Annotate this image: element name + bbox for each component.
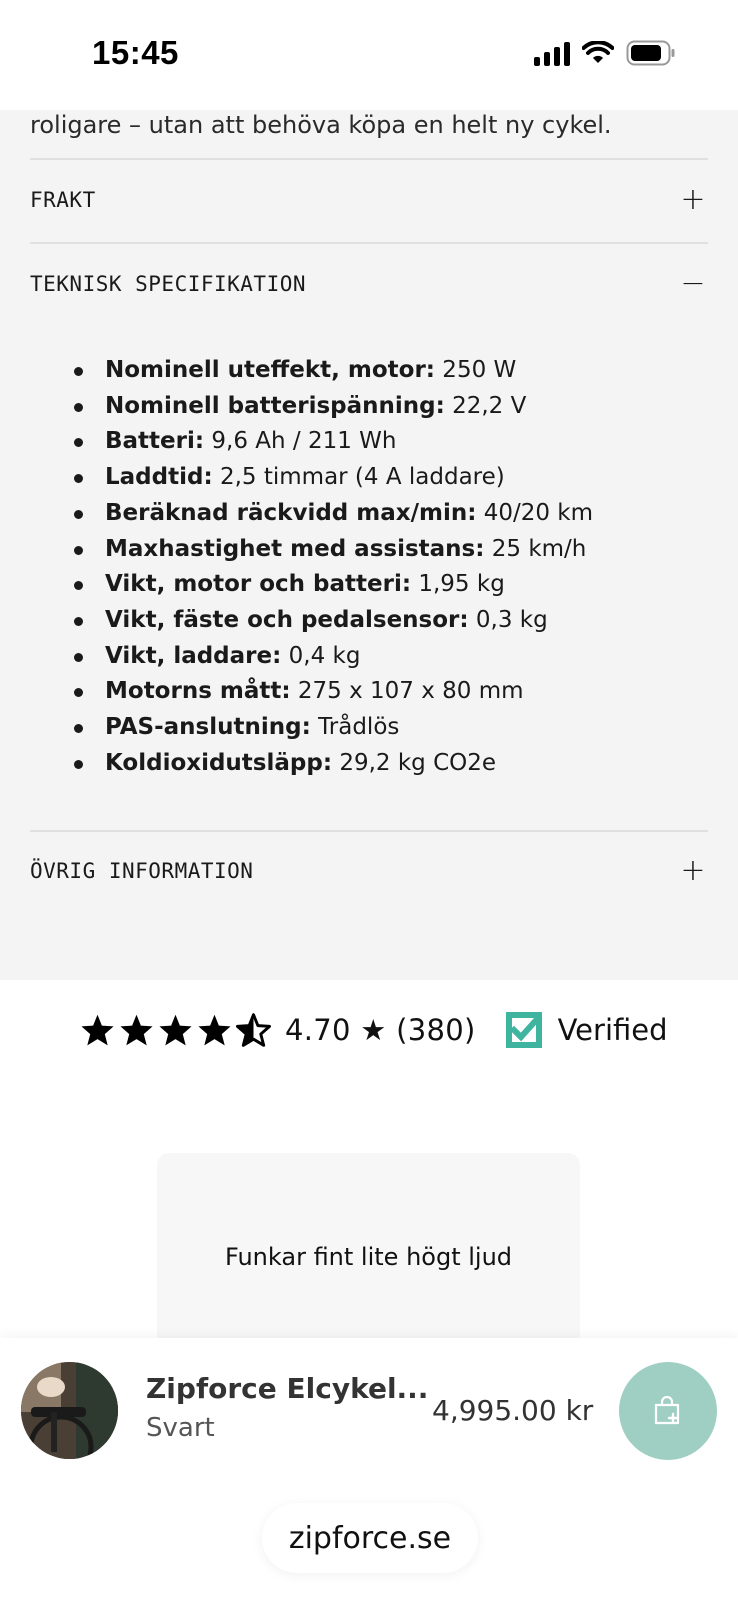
spec-label: Maxhastighet med assistans: bbox=[105, 535, 485, 562]
spec-list: Nominell uteffekt, motor: 250 W Nominell… bbox=[74, 353, 714, 781]
spec-value: 1,95 kg bbox=[411, 571, 505, 598]
star-rating bbox=[80, 1013, 271, 1047]
review-text: Funkar fint lite högt ljud bbox=[224, 1243, 513, 1271]
spec-label: Beräknad räckvidd max/min: bbox=[105, 499, 477, 526]
url-bar[interactable]: zipforce.se bbox=[262, 1503, 478, 1573]
spec-value: 25 km/h bbox=[484, 535, 587, 562]
spec-label: Koldioxidutsläpp: bbox=[105, 749, 333, 776]
spec-label: Motorns mått: bbox=[105, 678, 291, 705]
rating-text: 4.70 ★ (380) bbox=[285, 1013, 476, 1047]
divider bbox=[30, 242, 708, 244]
star-icon bbox=[198, 1014, 231, 1046]
rating-summary[interactable]: 4.70 ★ (380) Verified bbox=[80, 1005, 668, 1055]
spec-label: Nominell batterispänning: bbox=[105, 392, 445, 419]
status-icons bbox=[534, 40, 676, 66]
spec-item: Vikt, motor och batteri: 1,95 kg bbox=[74, 567, 714, 603]
spec-value: 2,5 timmar (4 A laddare) bbox=[212, 464, 505, 491]
star-icon bbox=[159, 1014, 192, 1046]
spec-item: Laddtid: 2,5 timmar (4 A laddare) bbox=[74, 460, 714, 496]
description-text: roligare – utan att behöva köpa en helt … bbox=[30, 111, 612, 139]
spec-item: Motorns mått: 275 x 107 x 80 mm bbox=[74, 674, 714, 710]
product-thumbnail[interactable] bbox=[21, 1362, 118, 1459]
spec-value: 275 x 107 x 80 mm bbox=[290, 678, 524, 705]
star-icon bbox=[81, 1014, 114, 1046]
spec-label: Vikt, fäste och pedalsensor: bbox=[105, 606, 469, 633]
status-time: 15:45 bbox=[92, 34, 179, 71]
spec-item: PAS-anslutning: Trådlös bbox=[74, 710, 714, 746]
spec-value: 250 W bbox=[435, 357, 517, 383]
accordion-title: TEKNISK SPECIFIKATION bbox=[30, 272, 307, 296]
verified-check-icon bbox=[505, 1012, 542, 1048]
spec-label: Laddtid: bbox=[105, 464, 213, 491]
spec-item: Maxhastighet med assistans: 25 km/h bbox=[74, 532, 714, 568]
plus-icon[interactable]: + bbox=[678, 185, 708, 215]
status-bar: 15:45 bbox=[0, 0, 738, 110]
spec-label: PAS-anslutning: bbox=[105, 714, 311, 741]
spec-item: Nominell batterispänning: 22,2 V bbox=[74, 389, 714, 425]
divider bbox=[30, 158, 708, 160]
add-to-cart-button[interactable] bbox=[619, 1362, 717, 1460]
wifi-icon bbox=[582, 41, 614, 63]
shopping-bag-plus-icon bbox=[654, 1395, 680, 1425]
accordion-ovrig-information[interactable]: ÖVRIG INFORMATION + bbox=[30, 851, 708, 891]
spec-label: Vikt, motor och batteri: bbox=[105, 571, 412, 598]
spec-label: Nominell uteffekt, motor: bbox=[105, 357, 435, 383]
divider bbox=[30, 830, 708, 832]
cellular-signal-icon bbox=[534, 40, 570, 66]
spec-value: 22,2 V bbox=[444, 392, 527, 419]
minus-icon[interactable]: − bbox=[678, 269, 708, 299]
spec-value: 0,3 kg bbox=[468, 606, 548, 633]
spec-label: Batteri: bbox=[105, 428, 205, 455]
spec-value: 29,2 kg CO2e bbox=[332, 749, 497, 776]
spec-item: Vikt, fäste och pedalsensor: 0,3 kg bbox=[74, 603, 714, 639]
half-star-icon bbox=[236, 1013, 271, 1047]
bike-image bbox=[21, 1362, 118, 1459]
spec-label: Vikt, laddare: bbox=[105, 642, 282, 669]
plus-icon[interactable]: + bbox=[678, 856, 708, 886]
spec-value: 0,4 kg bbox=[281, 642, 361, 669]
spec-item: Batteri: 9,6 Ah / 211 Wh bbox=[74, 424, 714, 460]
spec-value: Trådlös bbox=[310, 714, 400, 741]
spec-value: 40/20 km bbox=[476, 499, 594, 526]
verified-label: Verified bbox=[557, 1013, 668, 1047]
accordion-title: FRAKT bbox=[30, 188, 96, 212]
spec-value: 9,6 Ah / 211 Wh bbox=[204, 428, 397, 455]
spec-item: Nominell uteffekt, motor: 250 W bbox=[74, 353, 714, 389]
product-variant: Svart bbox=[146, 1413, 215, 1443]
product-price: 4,995.00 kr bbox=[432, 1394, 594, 1427]
accordion-frakt[interactable]: FRAKT + bbox=[30, 180, 708, 220]
accordion-teknisk-specifikation[interactable]: TEKNISK SPECIFIKATION − bbox=[30, 264, 708, 304]
product-details-accordion: roligare – utan att behöva köpa en helt … bbox=[0, 110, 738, 980]
spec-item: Vikt, laddare: 0,4 kg bbox=[74, 639, 714, 675]
spec-item: Beräknad räckvidd max/min: 40/20 km bbox=[74, 496, 714, 532]
star-icon bbox=[120, 1014, 153, 1046]
sticky-product-bar: Zipforce Elcykel... Svart 4,995.00 kr zi… bbox=[0, 1338, 738, 1600]
spec-item: Koldioxidutsläpp: 29,2 kg CO2e bbox=[74, 746, 714, 782]
product-name: Zipforce Elcykel... bbox=[146, 1372, 429, 1405]
accordion-title: ÖVRIG INFORMATION bbox=[30, 859, 254, 883]
battery-icon bbox=[626, 40, 675, 66]
